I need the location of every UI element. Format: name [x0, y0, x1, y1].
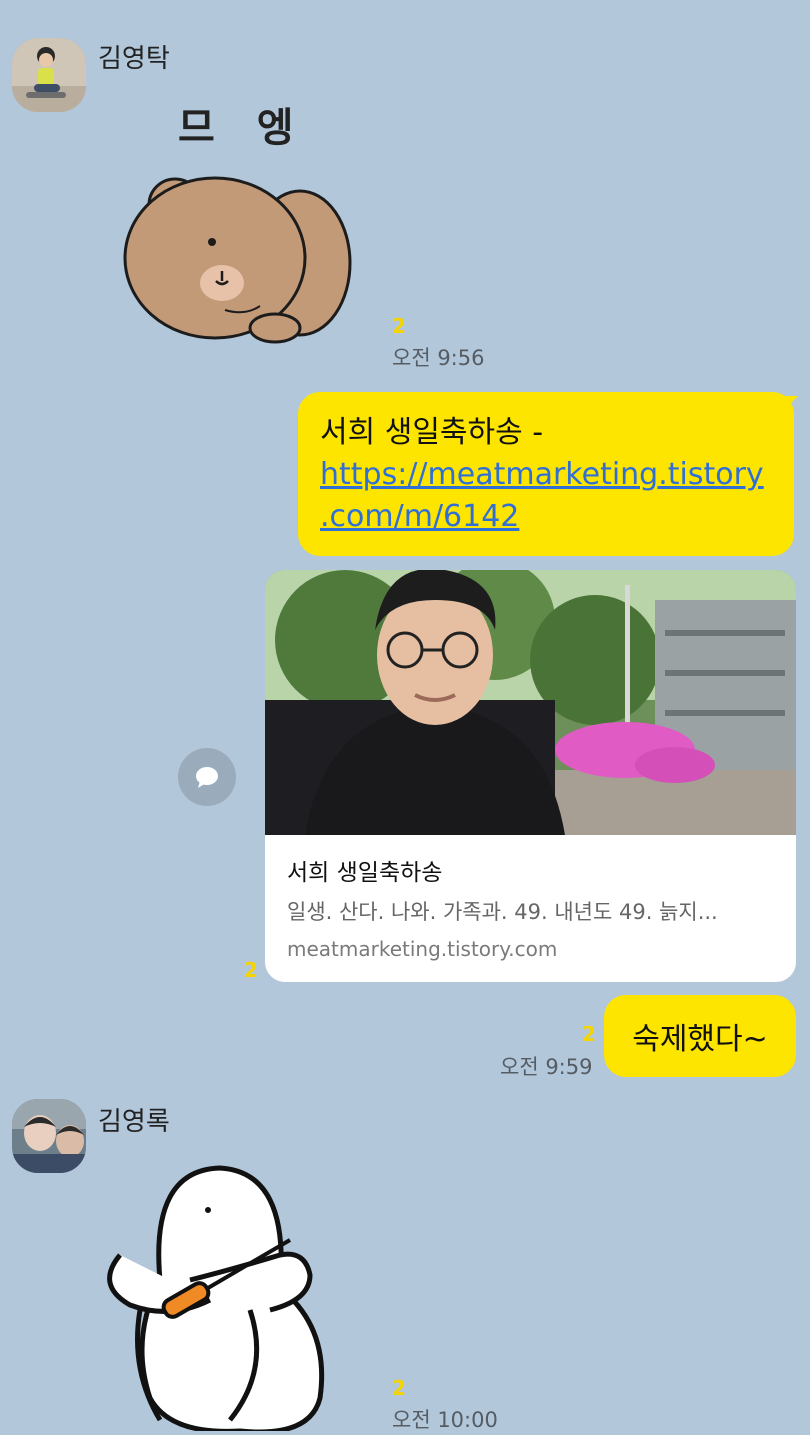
sender-name: 김영록: [98, 1107, 170, 1137]
link-preview-description: 일생. 산다. 나와. 가족과. 49. 내년도 49. 늙지...: [287, 900, 718, 924]
sender-name: 김영탁: [98, 44, 170, 74]
message-text: 서희 생일축하송 -: [320, 415, 544, 450]
sticker-caption: 므 엥: [178, 105, 308, 151]
link-preview-title: 서희 생일축하송: [287, 860, 443, 886]
link-preview-domain: meatmarketing.tistory.com: [287, 937, 558, 961]
my-message-bubble[interactable]: 숙제했다~: [604, 995, 796, 1077]
unread-count: 2: [392, 314, 406, 338]
avatar-kim-yeongrok[interactable]: [12, 1099, 86, 1173]
unread-count: 2: [392, 1376, 406, 1400]
message-time: 오전 9:59: [500, 1055, 593, 1079]
my-message-bubble[interactable]: 서희 생일축하송 - https://meatmarketing.tistory…: [298, 392, 794, 556]
speech-bubble-icon: [196, 767, 218, 788]
unread-count: 2: [244, 958, 258, 982]
message-link-line1: https://meatmarketing.tistory: [320, 457, 764, 492]
message-link-line2: .com/m/6142: [320, 499, 520, 534]
message-time: 오전 9:56: [392, 346, 485, 370]
message-link[interactable]: https://meatmarketing.tistory .com/m/614…: [320, 454, 772, 538]
bubble-tail: [780, 396, 798, 414]
share-button[interactable]: [178, 748, 236, 806]
link-preview-card[interactable]: 서희 생일축하송 일생. 산다. 나와. 가족과. 49. 내년도 49. 늙지…: [265, 570, 796, 982]
message-time: 오전 10:00: [392, 1408, 498, 1432]
message-text: 숙제했다~: [632, 1022, 768, 1057]
link-preview-image[interactable]: [265, 570, 796, 835]
avatar-kim-yeongtak[interactable]: [12, 38, 86, 112]
unread-count: 2: [582, 1022, 596, 1046]
white-character-sticker[interactable]: [100, 1160, 330, 1435]
